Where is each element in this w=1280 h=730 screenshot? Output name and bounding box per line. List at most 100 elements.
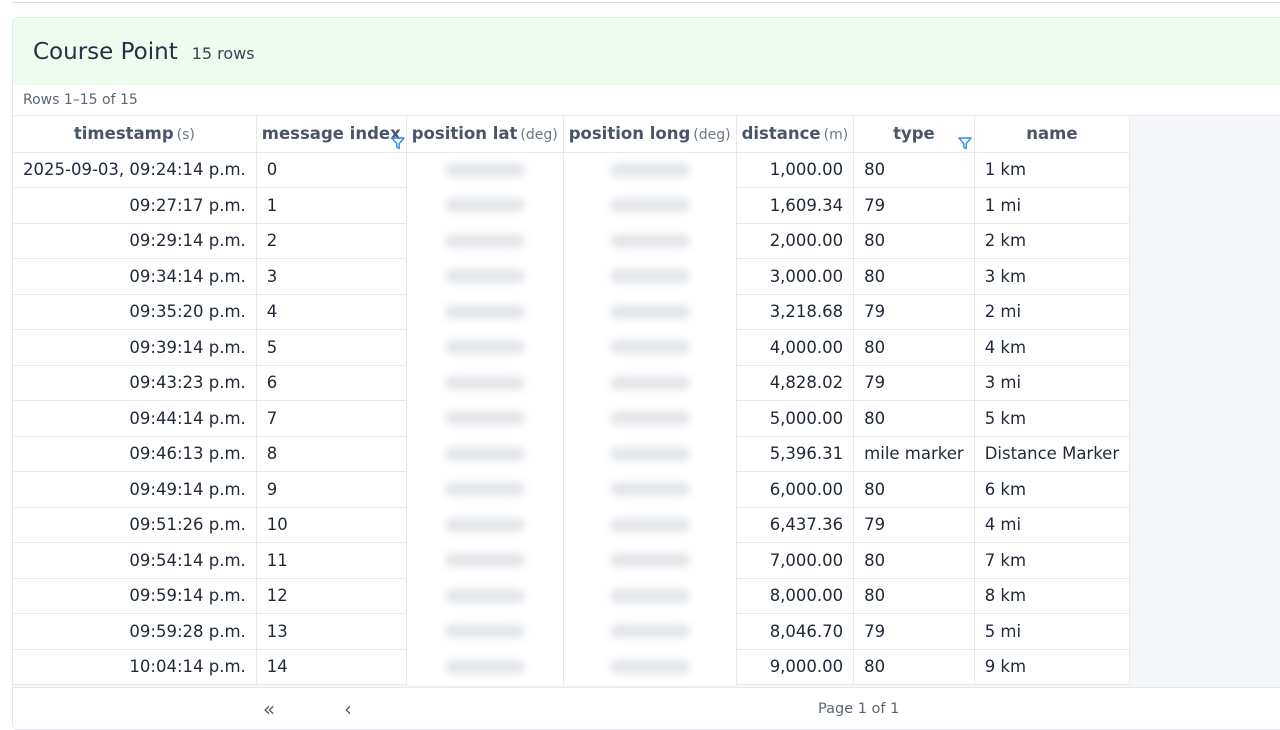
cell-position-lat: [406, 365, 564, 401]
cell-name: 2 mi: [974, 294, 1131, 330]
cell-timestamp: 09:51:26 p.m.: [13, 507, 257, 543]
column-header-name[interactable]: name: [974, 116, 1131, 153]
cell-position-lat: [406, 152, 564, 188]
cell-name: 9 km: [974, 649, 1131, 685]
cell-position-lat: [406, 329, 564, 365]
redacted-value: [444, 411, 525, 426]
redacted-value: [444, 233, 525, 248]
cell-distance: 7,000.00: [736, 542, 855, 579]
cell-timestamp: 09:44:14 p.m.: [13, 400, 257, 437]
redacted-value: [444, 163, 525, 177]
pagination-bar: « ‹ Page 1 of 1: [13, 687, 1280, 729]
cell-position-long: [563, 187, 737, 223]
cell-message-index: 0: [256, 152, 407, 188]
cell-distance: 5,000.00: [736, 400, 855, 437]
cell-position-lat: [406, 471, 564, 507]
card-header: Course Point 15 rows: [13, 18, 1280, 85]
filter-icon[interactable]: [391, 136, 405, 150]
redacted-value: [609, 624, 690, 639]
table-row: 09:39:14 p.m. 5 4,000.00 80 4 km: [13, 329, 1131, 366]
redacted-value: [609, 482, 690, 497]
cell-message-index: 10: [256, 507, 407, 543]
cell-timestamp: 09:35:20 p.m.: [13, 294, 257, 330]
cell-position-lat: [406, 400, 564, 436]
cell-position-long: [563, 471, 737, 507]
cell-distance: 5,396.31: [736, 436, 855, 472]
cell-position-lat: [406, 613, 564, 649]
redacted-value: [444, 624, 525, 639]
table-row: 09:34:14 p.m. 3 3,000.00 80 3 km: [13, 258, 1131, 295]
cell-name: Distance Marker: [974, 436, 1131, 472]
table-row: 09:35:20 p.m. 4 3,218.68 79 2 mi: [13, 294, 1131, 330]
redacted-value: [609, 233, 690, 248]
first-page-button[interactable]: «: [255, 696, 283, 724]
table-row: 09:27:17 p.m. 1 1,609.34 79 1 mi: [13, 187, 1131, 224]
cell-timestamp: 09:27:17 p.m.: [13, 187, 257, 224]
cell-position-lat: [406, 649, 564, 685]
redacted-value: [444, 517, 525, 532]
redacted-value: [444, 304, 525, 319]
cell-type: 80: [853, 223, 975, 259]
cell-position-long: [563, 294, 737, 330]
column-header-position-lat[interactable]: position lat (deg): [406, 116, 564, 153]
cell-type: 80: [853, 258, 975, 295]
table-row: 10:04:14 p.m. 14 9,000.00 80 9 km: [13, 649, 1131, 685]
cell-message-index: 3: [256, 258, 407, 295]
cell-position-lat: [406, 294, 564, 330]
cell-name: 3 km: [974, 258, 1131, 295]
cell-timestamp: 09:29:14 p.m.: [13, 223, 257, 259]
column-label: position long: [568, 124, 691, 144]
cell-position-long: [563, 329, 737, 365]
filter-icon[interactable]: [957, 136, 972, 150]
column-header-position-long[interactable]: position long (deg): [563, 116, 737, 153]
cell-timestamp: 2025-09-03, 09:24:14 p.m.: [13, 152, 257, 188]
cell-position-long: [563, 258, 737, 294]
cell-distance: 6,437.36: [736, 507, 855, 543]
redacted-value: [609, 588, 690, 603]
cell-timestamp: 10:04:14 p.m.: [13, 649, 257, 685]
column-header-message-index[interactable]: message index: [256, 116, 407, 153]
redacted-value: [609, 340, 690, 355]
cell-message-index: 9: [256, 471, 407, 508]
cell-timestamp: 09:34:14 p.m.: [13, 258, 257, 295]
cell-timestamp: 09:54:14 p.m.: [13, 542, 257, 579]
cell-name: 8 km: [974, 578, 1131, 614]
cell-position-long: [563, 507, 737, 543]
cell-message-index: 4: [256, 294, 407, 330]
column-header-timestamp[interactable]: timestamp (s): [13, 116, 257, 153]
cell-type: 79: [853, 613, 975, 650]
cell-timestamp: 09:43:23 p.m.: [13, 365, 257, 401]
cell-message-index: 12: [256, 578, 407, 614]
cell-message-index: 6: [256, 365, 407, 401]
column-header-type[interactable]: type: [853, 116, 975, 153]
redacted-value: [609, 163, 690, 177]
cell-type: 80: [853, 649, 975, 685]
cell-position-long: [563, 223, 737, 259]
cell-position-lat: [406, 436, 564, 472]
cell-type: 79: [853, 187, 975, 224]
cell-type: 79: [853, 365, 975, 401]
cell-name: 4 km: [974, 329, 1131, 366]
header-row: timestamp (s) message index position lat(…: [13, 116, 1131, 153]
cell-timestamp: 09:39:14 p.m.: [13, 329, 257, 366]
previous-page-button[interactable]: ‹: [334, 696, 362, 724]
card-title: Course Point: [33, 38, 178, 65]
cell-name: 4 mi: [974, 507, 1131, 543]
cell-message-index: 2: [256, 223, 407, 259]
cell-name: 1 mi: [974, 187, 1131, 224]
cell-position-lat: [406, 187, 564, 223]
cell-position-lat: [406, 507, 564, 543]
cell-type: 80: [853, 471, 975, 508]
column-label: name: [1026, 124, 1078, 144]
redacted-value: [609, 198, 690, 213]
column-label: position lat: [411, 124, 518, 144]
cell-distance: 8,046.70: [736, 613, 855, 650]
cell-distance: 8,000.00: [736, 578, 855, 614]
table-row: 09:54:14 p.m. 11 7,000.00 80 7 km: [13, 542, 1131, 579]
cell-position-lat: [406, 542, 564, 578]
page-indicator: Page 1 of 1: [818, 701, 900, 717]
column-header-distance[interactable]: distance (m): [736, 116, 855, 153]
top-divider: [12, 0, 1280, 3]
table-row: 09:49:14 p.m. 9 6,000.00 80 6 km: [13, 471, 1131, 508]
cell-position-long: [563, 578, 737, 614]
